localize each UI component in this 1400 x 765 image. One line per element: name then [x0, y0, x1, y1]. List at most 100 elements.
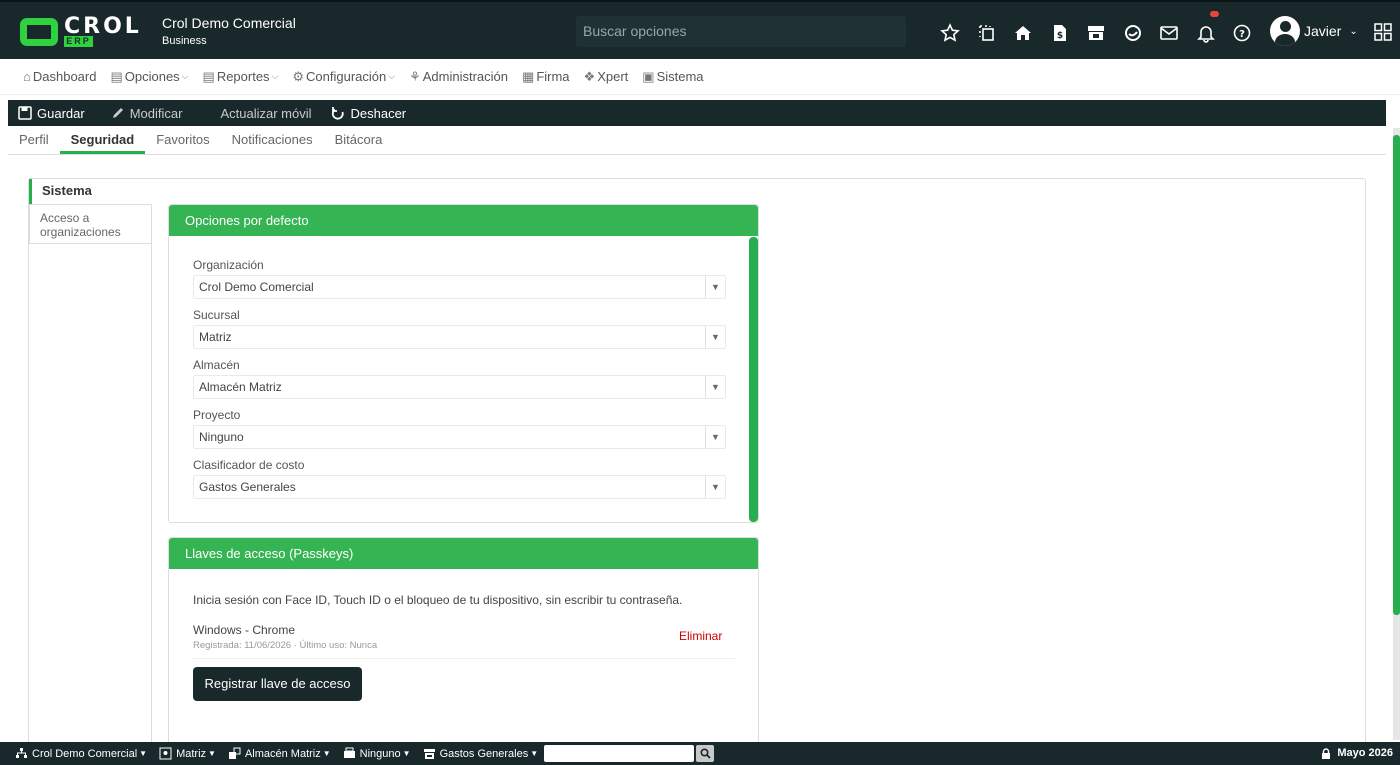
caret-down-icon: ▼	[402, 749, 411, 758]
menu-reportes[interactable]: ▤ Reportes ⌵	[203, 69, 279, 85]
signature-icon: ▦	[522, 68, 535, 84]
project-select[interactable]: Ninguno ▼	[193, 425, 726, 449]
menu-opciones[interactable]: ▤ Opciones ⌵	[110, 69, 188, 85]
company-name: Crol Demo Comercial	[162, 15, 296, 31]
menu-label: Sistema	[656, 69, 704, 84]
organization-select[interactable]: Crol Demo Comercial ▼	[193, 275, 726, 299]
chat-icon[interactable]	[1115, 21, 1152, 45]
menu-xpert[interactable]: ❖ Xpert	[584, 69, 629, 85]
gear-icon: ⚙	[292, 68, 305, 84]
footer-warehouse[interactable]: Almacén Matriz ▼	[228, 747, 331, 760]
user-menu[interactable]: Javier ⌄	[1270, 16, 1358, 46]
field-label: Organización	[193, 258, 264, 272]
mail-icon[interactable]	[1151, 21, 1188, 45]
home-icon: ⌂	[23, 69, 31, 84]
logo-mark	[20, 18, 58, 46]
undo-icon	[332, 107, 345, 120]
caret-down-icon: ▼	[322, 749, 331, 758]
tab-bitacora[interactable]: Bitácora	[324, 127, 394, 154]
company-switcher[interactable]: Crol Demo Comercial Business	[162, 15, 296, 47]
footer-branch[interactable]: Matriz ▼	[159, 747, 216, 760]
cost-classifier-select[interactable]: Gastos Generales ▼	[193, 475, 726, 499]
search-icon	[700, 748, 711, 759]
menu-label: Opciones	[124, 69, 180, 84]
footer-project-label: Ninguno	[359, 747, 401, 760]
dropdown-arrow-icon: ▼	[705, 326, 725, 348]
store-icon[interactable]	[1078, 21, 1115, 45]
system-icon: ▣	[642, 68, 655, 84]
save-label: Guardar	[37, 105, 85, 121]
delete-passkey-button[interactable]: Eliminar	[679, 629, 722, 643]
undo-label: Deshacer	[350, 105, 407, 121]
dropdown-arrow-icon: ▼	[705, 276, 725, 298]
settings-tabs: Perfil Seguridad Favoritos Notificacione…	[8, 127, 1386, 155]
copy-icon[interactable]	[969, 21, 1006, 45]
undo-button[interactable]: Deshacer	[331, 106, 406, 121]
logo-sub: ERP	[64, 36, 93, 47]
star-icon[interactable]	[932, 21, 969, 45]
menu-administracion[interactable]: ⚘ Administración	[409, 69, 508, 85]
help-icon[interactable]: ?	[1224, 21, 1261, 45]
project-icon	[343, 747, 355, 758]
apps-grid-icon[interactable]	[1374, 23, 1392, 41]
edit-button[interactable]: Modificar	[111, 105, 183, 121]
menu-label: Configuración	[306, 69, 387, 84]
footer-cost[interactable]: Gastos Generales ▼	[423, 747, 538, 760]
chevron-down-icon: ⌵	[388, 71, 396, 81]
org-chart-icon	[16, 748, 27, 758]
divider	[193, 658, 735, 659]
chevron-down-icon: ⌵	[181, 71, 189, 81]
options-icon: ▤	[110, 68, 123, 84]
org-chart-icon: ⚘	[409, 68, 421, 84]
company-plan: Business	[162, 35, 207, 47]
menu-label: Reportes	[216, 69, 270, 84]
save-button[interactable]: Guardar	[18, 106, 85, 121]
invoice-icon[interactable]: $	[1042, 21, 1079, 45]
menu-dashboard[interactable]: ⌂ Dashboard	[23, 69, 96, 84]
sidenav-item-acceso[interactable]: Acceso a organizaciones	[29, 204, 152, 244]
footer-organization[interactable]: Crol Demo Comercial ▼	[15, 747, 147, 760]
defaults-card-title: Opciones por defecto	[169, 205, 758, 236]
tab-favoritos[interactable]: Favoritos	[145, 127, 220, 154]
menu-firma[interactable]: ▦ Firma	[522, 69, 570, 85]
lock-icon	[1322, 747, 1331, 759]
tab-notificaciones[interactable]: Notificaciones	[221, 127, 324, 154]
page-scrollbar-thumb[interactable]	[1393, 135, 1400, 615]
footer-search-input[interactable]	[544, 745, 695, 762]
select-value: Crol Demo Comercial	[199, 280, 314, 294]
save-icon	[18, 106, 32, 120]
select-value: Gastos Generales	[199, 480, 296, 494]
caret-down-icon: ▼	[139, 749, 148, 758]
footer-cost-label: Gastos Generales	[439, 747, 529, 760]
home-icon[interactable]	[1005, 21, 1042, 45]
footer-search-button[interactable]	[696, 745, 715, 762]
select-value: Almacén Matriz	[199, 380, 282, 394]
security-sidenav: Sistema Acceso a organizaciones	[29, 179, 152, 244]
menu-configuracion[interactable]: ⚙ Configuración ⌵	[292, 69, 395, 85]
crol-logo[interactable]: CROL ERP	[20, 14, 145, 48]
update-mobile-button[interactable]: Actualizar móvil	[220, 106, 311, 121]
branch-select[interactable]: Matriz ▼	[193, 325, 726, 349]
tab-seguridad[interactable]: Seguridad	[59, 127, 146, 154]
dropdown-arrow-icon: ▼	[705, 376, 725, 398]
user-name: Javier	[1304, 23, 1342, 39]
footer-project[interactable]: Ninguno ▼	[343, 747, 411, 760]
bell-icon[interactable]	[1188, 11, 1225, 45]
register-passkey-button[interactable]: Registrar llave de acceso	[193, 667, 362, 701]
cost-icon	[423, 749, 435, 759]
chevron-down-icon: ⌵	[271, 71, 279, 81]
sidenav-divider	[151, 243, 152, 748]
warehouse-select[interactable]: Almacén Matriz ▼	[193, 375, 726, 399]
passkeys-description: Inicia sesión con Face ID, Touch ID o el…	[193, 593, 683, 607]
card-scrollbar[interactable]	[749, 237, 758, 522]
footer-period-label: Mayo 2026	[1337, 747, 1393, 759]
search-input[interactable]: Buscar opciones	[576, 16, 906, 47]
footer-period[interactable]: Mayo 2026	[1321, 747, 1393, 759]
edit-label: Modificar	[129, 105, 183, 121]
warehouse-icon	[228, 747, 241, 759]
field-label: Proyecto	[193, 408, 241, 422]
sidenav-item-sistema[interactable]: Sistema	[29, 179, 152, 204]
menu-sistema[interactable]: ▣ Sistema	[642, 69, 703, 85]
tab-perfil[interactable]: Perfil	[8, 127, 60, 154]
top-header: CROL ERP Crol Demo Comercial Business Bu…	[0, 0, 1400, 59]
